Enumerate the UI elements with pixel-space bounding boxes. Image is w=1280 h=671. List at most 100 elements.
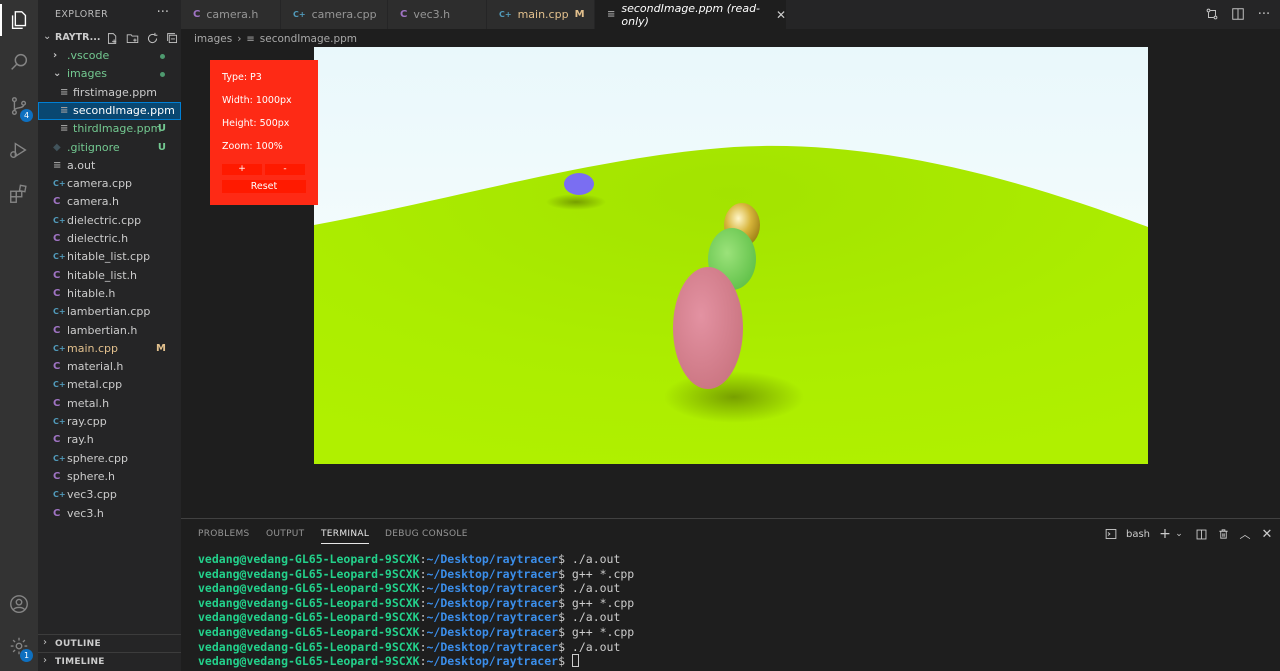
trash-icon (1218, 529, 1228, 539)
more-actions-button[interactable]: ··· (157, 5, 169, 20)
breadcrumb-file[interactable]: secondImage.ppm (260, 33, 357, 45)
reset-button[interactable]: Reset (222, 180, 306, 193)
trash-button[interactable] (1216, 527, 1230, 541)
image-info-panel: Type: P3 Width: 1000px Height: 500px Zoo… (210, 60, 318, 205)
tree-item[interactable]: C+ camera.cpp (38, 175, 181, 193)
explorer-sidebar: EXPLORER ··· ⌄ RAYTR... › .vscode ⌄ images ≡… (38, 0, 181, 671)
breadcrumb: images › ≡ secondImage.ppm (194, 32, 357, 46)
tree-item[interactable]: Cmetal.h (38, 395, 181, 413)
tree-item-label: vec3.cpp (67, 488, 117, 502)
tree-item[interactable]: C+ sphere.cpp (38, 450, 181, 468)
tree-item[interactable]: Chitable.h (38, 285, 181, 303)
shell-name[interactable]: bash (1126, 529, 1150, 540)
timeline-section[interactable]: › TIMELINE (38, 652, 181, 670)
tree-item[interactable]: ◆ .gitignore U (38, 139, 181, 157)
prompt-path: ~/Desktop/raytracer (426, 581, 559, 596)
terminal-command: g++ *.cpp (571, 624, 635, 639)
tree-item[interactable]: ≡ firstimage.ppm (38, 84, 181, 102)
image-viewer: Type: P3 Width: 1000px Height: 500px Zoo… (181, 46, 1280, 518)
zoom-in-button[interactable]: + (222, 164, 262, 175)
tree-item[interactable]: ≡ thirdImage.ppm U (38, 120, 181, 138)
editor-tab[interactable]: C+ main.cpp M (487, 0, 595, 29)
breadcrumb-folder[interactable]: images (194, 33, 232, 45)
terminal-line: vedang@vedang-GL65-Leopard-9SCXK:~/Deskt… (198, 566, 635, 581)
tree-item-label: dielectric.cpp (67, 213, 142, 227)
tree-item-label: metal.h (67, 396, 110, 410)
tree-item[interactable]: Cvec3.h (38, 505, 181, 523)
pink-sphere (673, 267, 743, 389)
outline-section[interactable]: › OUTLINE (38, 634, 181, 652)
c-header-icon: C (53, 507, 61, 519)
tree-item[interactable]: Ccamera.h (38, 193, 181, 211)
settings-button[interactable]: 1 (0, 628, 38, 664)
close-panel-button[interactable]: ✕ (1260, 527, 1274, 542)
tree-item-label: ray.cpp (67, 415, 107, 428)
editor-tab[interactable]: C+ camera.cpp (281, 0, 388, 29)
collapse-all-button[interactable] (165, 31, 180, 45)
compare-changes-icon (1206, 8, 1218, 20)
terminal-line: vedang@vedang-GL65-Leopard-9SCXK:~/Deskt… (198, 581, 621, 596)
tree-item[interactable]: Cmaterial.h (38, 358, 181, 376)
tree-item-label: hitable_list.cpp (67, 250, 151, 264)
split-terminal-button[interactable] (1194, 527, 1208, 541)
tree-item[interactable]: C+ lambertian.cpp (38, 303, 181, 321)
tree-item[interactable]: C+ vec3.cpp (38, 486, 181, 504)
tree-item[interactable]: Csphere.h (38, 468, 181, 486)
editor-tab[interactable]: ≡ secondImage.ppm (read-only) ✕ (595, 0, 787, 29)
chevron-down-icon[interactable]: ⌄ (1172, 527, 1186, 541)
zoom-out-button[interactable]: - (265, 164, 305, 175)
cpp-file-icon: C+ (53, 307, 66, 317)
files-icon (11, 11, 27, 29)
tab-output[interactable]: OUTPUT (266, 529, 304, 539)
c-header-icon: C (53, 397, 61, 409)
tree-item[interactable]: C+ dielectric.cpp (38, 212, 181, 230)
extensions-button[interactable] (0, 176, 38, 212)
tree-item-label: camera.cpp (67, 177, 133, 191)
refresh-button[interactable] (145, 31, 160, 45)
more-editor-actions-button[interactable]: ··· (1256, 6, 1272, 22)
terminal-output[interactable]: vedang@vedang-GL65-Leopard-9SCXK:~/Deskt… (198, 552, 634, 669)
open-changes-button[interactable] (1204, 6, 1220, 22)
purple-sphere (564, 173, 594, 195)
tree-item[interactable]: Cdielectric.h (38, 230, 181, 248)
tree-item[interactable]: Chitable_list.h (38, 267, 181, 285)
project-header[interactable]: ⌄ RAYTR... (38, 29, 181, 47)
tree-item[interactable]: C+ metal.cpp (38, 376, 181, 394)
tree-item-label: hitable_list.h (67, 268, 138, 282)
tab-problems[interactable]: PROBLEMS (198, 529, 250, 539)
split-editor-button[interactable] (1230, 6, 1246, 22)
new-terminal-button[interactable]: + (1158, 526, 1172, 542)
tree-item[interactable]: › .vscode (38, 47, 181, 65)
tree-item[interactable]: ≡ secondImage.ppm (38, 101, 181, 120)
tree-item[interactable]: C+ hitable_list.cpp (38, 248, 181, 266)
close-icon[interactable]: ✕ (776, 8, 786, 22)
tree-item[interactable]: ≡ a.out (38, 157, 181, 175)
explorer-button[interactable] (0, 2, 38, 38)
search-button[interactable] (0, 44, 38, 80)
tab-terminal[interactable]: TERMINAL (321, 529, 370, 544)
tree-item[interactable]: Clambertian.h (38, 322, 181, 340)
editor-tab[interactable]: Cvec3.h (388, 0, 487, 29)
tab-debug-console[interactable]: DEBUG CONSOLE (385, 529, 468, 539)
terminal-line: vedang@vedang-GL65-Leopard-9SCXK:~/Deskt… (198, 595, 635, 610)
maximize-panel-button[interactable]: ︿ (1238, 527, 1252, 541)
c-header-icon: C (53, 434, 61, 446)
tree-item[interactable]: C+ ray.cpp (38, 413, 181, 431)
cpp-file-icon: C+ (53, 453, 66, 463)
new-file-button[interactable] (105, 31, 120, 45)
editor-tab[interactable]: Ccamera.h (181, 0, 281, 29)
c-header-icon: C (53, 361, 61, 373)
new-folder-button[interactable] (125, 31, 140, 45)
collapse-all-icon (167, 32, 178, 43)
account-button[interactable] (0, 586, 38, 622)
tree-item-label: secondImage.ppm (73, 103, 175, 117)
tree-item[interactable]: ⌄ images (38, 65, 181, 83)
tree-item[interactable]: Cray.h (38, 431, 181, 449)
prompt-user: vedang@vedang-GL65-Leopard-9SCXK (198, 639, 420, 654)
terminal-line: vedang@vedang-GL65-Leopard-9SCXK:~/Deskt… (198, 552, 621, 566)
terminal-command: g++ *.cpp (571, 595, 635, 610)
prompt-path: ~/Desktop/raytracer (426, 552, 559, 566)
source-control-button[interactable]: 4 (0, 88, 38, 124)
run-debug-button[interactable] (0, 132, 38, 168)
tree-item[interactable]: C+ main.cpp M (38, 340, 181, 358)
